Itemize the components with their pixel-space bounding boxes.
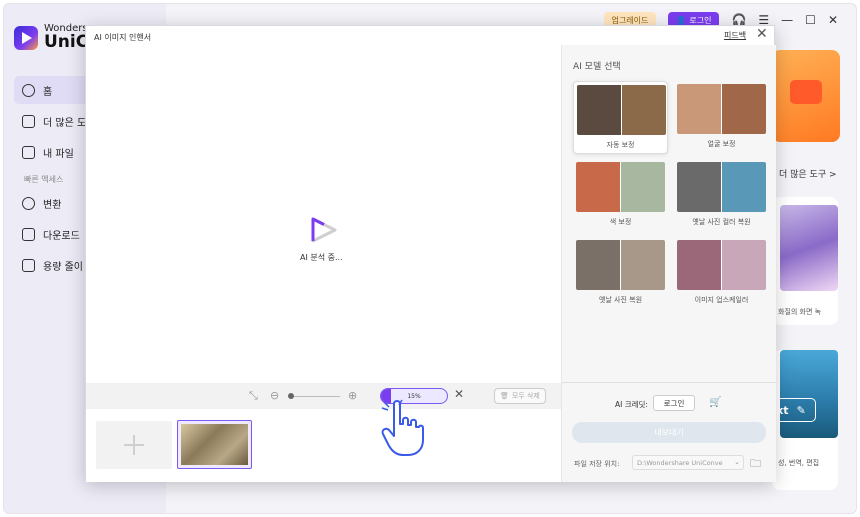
login-label: 로그인 — [689, 15, 712, 25]
model-label: 얼굴 보정 — [707, 140, 736, 148]
model-panel: AI 모델 선택 자동 보정 얼굴 보정색 보정 옛날 사진 컬러 복원옛날 사진 … — [561, 45, 777, 482]
delete-all-button[interactable]: 🗑 모두 삭제 — [494, 388, 546, 404]
toolbox-icon — [22, 114, 35, 128]
sidebar-item-label: 더 많은 도 — [43, 117, 87, 129]
model-preview-image — [677, 162, 766, 212]
card-image — [780, 205, 838, 291]
home-icon — [22, 83, 35, 97]
zoom-slider-thumb[interactable] — [288, 393, 294, 399]
sidebar-item-label: 다운로드 — [43, 230, 80, 242]
feedback-link[interactable]: 피드백 — [724, 30, 746, 41]
compare-icon[interactable]: ⤡ — [249, 389, 258, 403]
file-icon — [22, 145, 35, 159]
analysis-status: AI 분석 중... — [300, 253, 343, 262]
divider — [562, 382, 777, 383]
model-preview-image — [576, 240, 665, 290]
zoom-out-icon[interactable]: ⊖ — [270, 389, 279, 402]
delete-all-label: 모두 삭제 — [511, 392, 540, 400]
card-caption: 성, 번역, 편집 — [778, 459, 820, 467]
loading-spinner-icon — [311, 217, 337, 243]
model-preview-image — [677, 240, 766, 290]
sidebar-item-label: 용량 줄이 — [43, 261, 83, 273]
feature-card-screen-recorder[interactable]: 화질의 화면 녹 — [772, 197, 838, 325]
model-label: 자동 보정 — [606, 141, 635, 149]
card-pill-label: xt — [776, 403, 789, 417]
model-option[interactable]: 옛날 사진 컬러 복원 — [674, 159, 769, 232]
logo-icon — [14, 25, 38, 50]
model-preview-image — [576, 162, 665, 212]
sidebar-item-label: 내 파일 — [43, 148, 74, 160]
preview-area: AI 분석 중... — [86, 45, 561, 383]
cancel-icon[interactable]: ✕ — [454, 387, 464, 401]
chevron-down-icon: ⌄ — [734, 458, 740, 466]
model-option[interactable]: 옛날 사진 복원 — [573, 237, 668, 310]
dialog-title: AI 이미지 인핸서 — [94, 33, 152, 42]
model-label: 이미지 업스케일러 — [694, 296, 749, 304]
ai-image-enhancer-dialog: AI 이미지 인핸서 피드백 ✕ AI 분석 중... ⤡ ⊖ ⊕ 15% ✕ … — [85, 25, 777, 482]
user-icon: 👤 — [676, 15, 687, 25]
credit-login-button[interactable]: 로그인 — [653, 395, 695, 411]
download-icon — [22, 227, 35, 241]
save-location-select[interactable]: D:\Wondershare UniConve ⌄ — [632, 455, 744, 470]
ai-credit-label: AI 크레딧: — [615, 400, 648, 409]
compress-icon — [22, 258, 35, 272]
pencil-icon: ✎ — [796, 403, 806, 417]
zoom-in-icon[interactable]: ⊕ — [348, 389, 357, 402]
convert-icon — [22, 196, 35, 210]
panel-title: AI 모델 선택 — [573, 62, 621, 72]
close-icon[interactable]: ✕ — [828, 13, 838, 27]
minimize-icon[interactable]: — — [781, 13, 793, 27]
save-location-label: 파일 저장 위치: — [574, 460, 620, 468]
model-label: 색 보정 — [609, 218, 632, 226]
export-button[interactable]: 내보내기 — [572, 422, 766, 443]
model-preview-image — [677, 84, 766, 134]
hand-cursor-icon — [381, 399, 424, 456]
model-option[interactable]: 얼굴 보정 — [674, 81, 769, 154]
model-option[interactable]: 이미지 업스케일러 — [674, 237, 769, 310]
preview-controls: ⤡ ⊖ ⊕ 15% ✕ 🗑 모두 삭제 — [86, 383, 561, 409]
model-option[interactable]: 색 보정 — [573, 159, 668, 232]
card-image — [780, 350, 838, 438]
model-option[interactable]: 자동 보정 — [573, 81, 668, 154]
card-caption: 화질의 화면 녹 — [778, 308, 822, 316]
cart-icon[interactable]: 🛒 — [709, 397, 721, 408]
zoom-slider-track[interactable] — [290, 396, 340, 397]
sidebar-item-label: 변환 — [43, 199, 62, 211]
model-preview-image — [577, 85, 666, 135]
thumbnail-image — [181, 424, 248, 465]
folder-icon[interactable]: 🗀 — [750, 455, 761, 474]
trash-icon: 🗑 — [500, 392, 509, 400]
model-label: 옛날 사진 복원 — [598, 296, 643, 304]
play-icon — [790, 80, 822, 104]
promo-card-video[interactable] — [772, 50, 840, 142]
image-thumbnail[interactable] — [177, 420, 252, 469]
maximize-icon[interactable]: ☐ — [805, 13, 816, 27]
add-image-button[interactable] — [96, 421, 172, 469]
save-path-value: D:\Wondershare UniConve — [637, 458, 723, 467]
model-label: 옛날 사진 컬러 복원 — [692, 218, 751, 226]
thumbnail-strip — [86, 409, 561, 482]
more-tools-link[interactable]: 더 많은 도구 > — [779, 167, 837, 180]
close-icon[interactable]: ✕ — [756, 26, 768, 42]
sidebar-item-label: 홈 — [43, 86, 53, 98]
